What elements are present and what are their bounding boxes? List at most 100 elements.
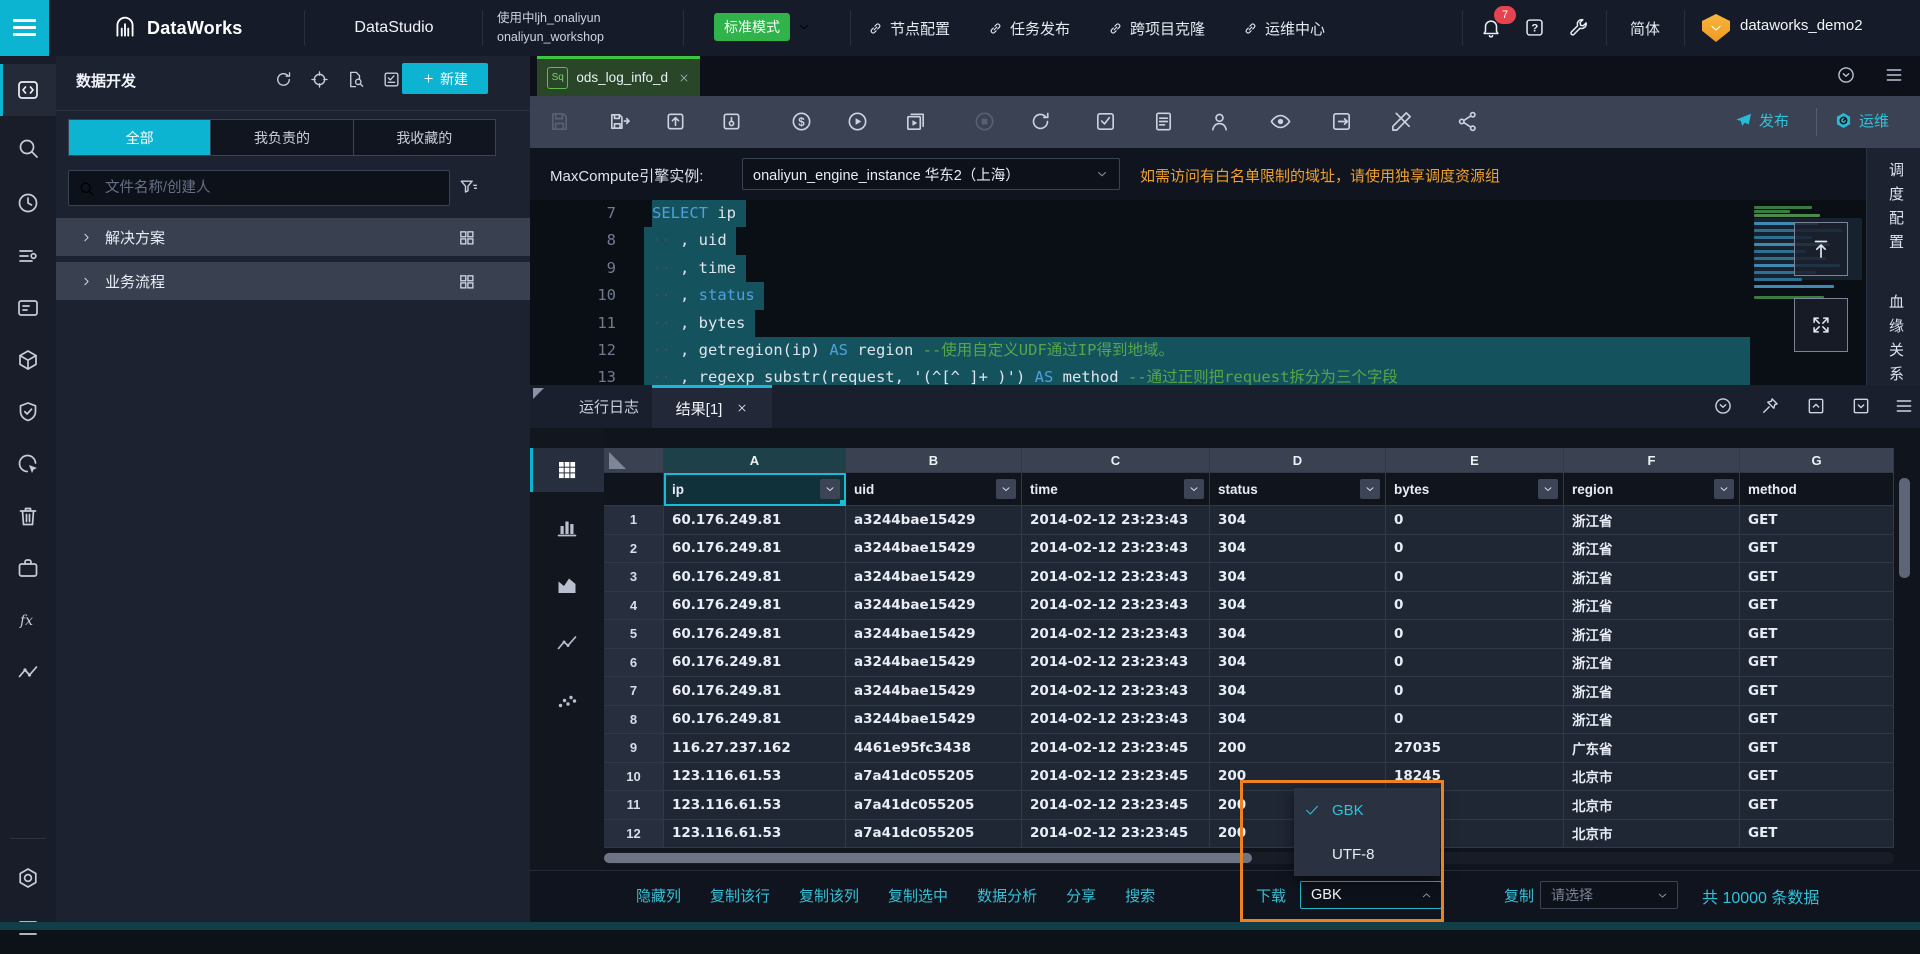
field-header-status[interactable]: status (1210, 473, 1386, 506)
search-input[interactable] (103, 179, 440, 197)
cell-r5-ip[interactable]: 60.176.249.81 (664, 620, 846, 649)
cell-r1-status[interactable]: 304 (1210, 506, 1386, 535)
play-circle-icon[interactable] (846, 110, 869, 133)
cell-r9-region[interactable]: 广东省 (1564, 734, 1740, 763)
column-header-F[interactable]: F (1564, 448, 1740, 473)
floppy-arrow-icon[interactable] (608, 110, 631, 133)
cell-r2-ip[interactable]: 60.176.249.81 (664, 535, 846, 564)
encoding-select[interactable]: GBK (1300, 881, 1442, 909)
cell-r10-bytes[interactable]: 18245 (1386, 763, 1564, 792)
user-name[interactable]: dataworks_demo2 (1740, 17, 1863, 34)
cell-r7-ip[interactable]: 60.176.249.81 (664, 677, 846, 706)
explorer-tab-我负责的[interactable]: 我负责的 (211, 120, 353, 155)
footer-link-数据分析[interactable]: 数据分析 (977, 885, 1037, 906)
cell-r2-bytes[interactable]: 0 (1386, 535, 1564, 564)
doc-search-icon[interactable] (346, 70, 365, 89)
chart-tool-line-chart[interactable] (530, 621, 604, 665)
cell-r11-time[interactable]: 2014-02-12 23:23:45 (1022, 791, 1210, 820)
row-number-1[interactable]: 1 (604, 506, 664, 535)
rail-item-flow[interactable] (0, 646, 56, 698)
row-number-10[interactable]: 10 (604, 763, 664, 792)
cell-r6-status[interactable]: 304 (1210, 649, 1386, 678)
user-avatar[interactable] (1702, 14, 1730, 42)
cell-r7-method[interactable]: GET (1740, 677, 1894, 706)
cell-r3-time[interactable]: 2014-02-12 23:23:43 (1022, 563, 1210, 592)
cell-r12-method[interactable]: GET (1740, 820, 1894, 849)
help-icon[interactable]: ? (1524, 17, 1545, 38)
cell-r8-time[interactable]: 2014-02-12 23:23:43 (1022, 706, 1210, 735)
auto-refresh-icon[interactable] (1713, 396, 1733, 416)
tab-list-icon[interactable] (1884, 65, 1904, 85)
cell-r9-uid[interactable]: 4461e95fc3438 (846, 734, 1022, 763)
explorer-tab-我收藏的[interactable]: 我收藏的 (354, 120, 495, 155)
cell-r6-time[interactable]: 2014-02-12 23:23:43 (1022, 649, 1210, 678)
cell-r10-method[interactable]: GET (1740, 763, 1894, 792)
chart-tool-scatter[interactable] (530, 679, 604, 723)
encoding-option-UTF-8[interactable]: UTF-8 (1294, 832, 1440, 876)
cell-r6-uid[interactable]: a3244bae15429 (846, 649, 1022, 678)
collapse-up-icon[interactable] (1806, 396, 1826, 416)
footer-link-复制选中[interactable]: 复制选中 (888, 885, 948, 906)
rail-item-card[interactable] (0, 282, 56, 334)
submit-up-icon[interactable] (664, 110, 687, 133)
tab-schedule-config[interactable]: 调度配置 (1885, 162, 1906, 258)
cell-r12-time[interactable]: 2014-02-12 23:23:45 (1022, 820, 1210, 849)
cell-r10-region[interactable]: 北京市 (1564, 763, 1740, 792)
row-number-6[interactable]: 6 (604, 649, 664, 678)
panel-menu-icon[interactable] (1894, 396, 1914, 416)
field-header-bytes[interactable]: bytes (1386, 473, 1564, 506)
row-number-11[interactable]: 11 (604, 791, 664, 820)
cell-r12-region[interactable]: 北京市 (1564, 820, 1740, 849)
cell-r11-method[interactable]: GET (1740, 791, 1894, 820)
cell-r7-time[interactable]: 2014-02-12 23:23:43 (1022, 677, 1210, 706)
code-line-9[interactable]: 9·· , time (530, 255, 1920, 282)
cell-r6-bytes[interactable]: 0 (1386, 649, 1564, 678)
mode-dropdown[interactable]: 标准模式 (714, 13, 811, 41)
rail-item-fx[interactable]: fx (0, 594, 56, 646)
column-filter-icon[interactable] (1714, 479, 1734, 499)
cell-r3-region[interactable]: 浙江省 (1564, 563, 1740, 592)
collapse-down-icon[interactable] (1851, 396, 1871, 416)
rail-item-search[interactable] (0, 122, 56, 174)
cell-r1-bytes[interactable]: 0 (1386, 506, 1564, 535)
select-all-corner[interactable] (604, 448, 664, 473)
row-number-7[interactable]: 7 (604, 677, 664, 706)
hscroll-thumb[interactable] (604, 853, 1252, 863)
cell-r8-status[interactable]: 304 (1210, 706, 1386, 735)
column-header-C[interactable]: C (1022, 448, 1210, 473)
explorer-tab-全部[interactable]: 全部 (69, 120, 211, 155)
brand[interactable]: DataWorks (112, 0, 243, 56)
cell-r5-region[interactable]: 浙江省 (1564, 620, 1740, 649)
cell-r6-method[interactable]: GET (1740, 649, 1894, 678)
footer-link-复制该列[interactable]: 复制该列 (799, 885, 859, 906)
field-header-method[interactable]: method (1740, 473, 1894, 506)
cell-r10-uid[interactable]: a7a41dc055205 (846, 763, 1022, 792)
cell-r2-time[interactable]: 2014-02-12 23:23:43 (1022, 535, 1210, 564)
rail-item-shield-check[interactable] (0, 386, 56, 438)
cell-r6-ip[interactable]: 60.176.249.81 (664, 649, 846, 678)
cell-r9-ip[interactable]: 116.27.237.162 (664, 734, 846, 763)
history-dropdown-icon[interactable] (1836, 65, 1856, 85)
rail-item-briefcase[interactable] (0, 542, 56, 594)
stop-sched-icon[interactable] (720, 110, 743, 133)
cell-r1-ip[interactable]: 60.176.249.81 (664, 506, 846, 535)
bottom-scroll-track[interactable] (0, 922, 1920, 930)
column-header-B[interactable]: B (846, 448, 1022, 473)
download-link[interactable]: 下载 (1256, 885, 1286, 906)
close-icon[interactable] (736, 402, 748, 414)
code-line-12[interactable]: 12·· , getregion(ip) AS region --使用自定义UD… (530, 337, 1920, 364)
rail-item-circle-cursor[interactable] (0, 438, 56, 490)
cell-r5-time[interactable]: 2014-02-12 23:23:43 (1022, 620, 1210, 649)
cell-r9-bytes[interactable]: 27035 (1386, 734, 1564, 763)
language-toggle[interactable]: 简体 (1630, 18, 1660, 39)
pin-icon[interactable] (1760, 396, 1780, 416)
cell-r2-method[interactable]: GET (1740, 535, 1894, 564)
cell-r8-bytes[interactable]: 0 (1386, 706, 1564, 735)
field-header-region[interactable]: region (1564, 473, 1740, 506)
cell-r3-bytes[interactable]: 0 (1386, 563, 1564, 592)
wrench-icon[interactable] (1568, 17, 1589, 38)
board-view-icon[interactable] (458, 273, 475, 290)
code-line-10[interactable]: 10·· , status (530, 282, 1920, 309)
cell-r9-time[interactable]: 2014-02-12 23:23:45 (1022, 734, 1210, 763)
nav-link-节点配置[interactable]: 节点配置 (868, 18, 950, 39)
